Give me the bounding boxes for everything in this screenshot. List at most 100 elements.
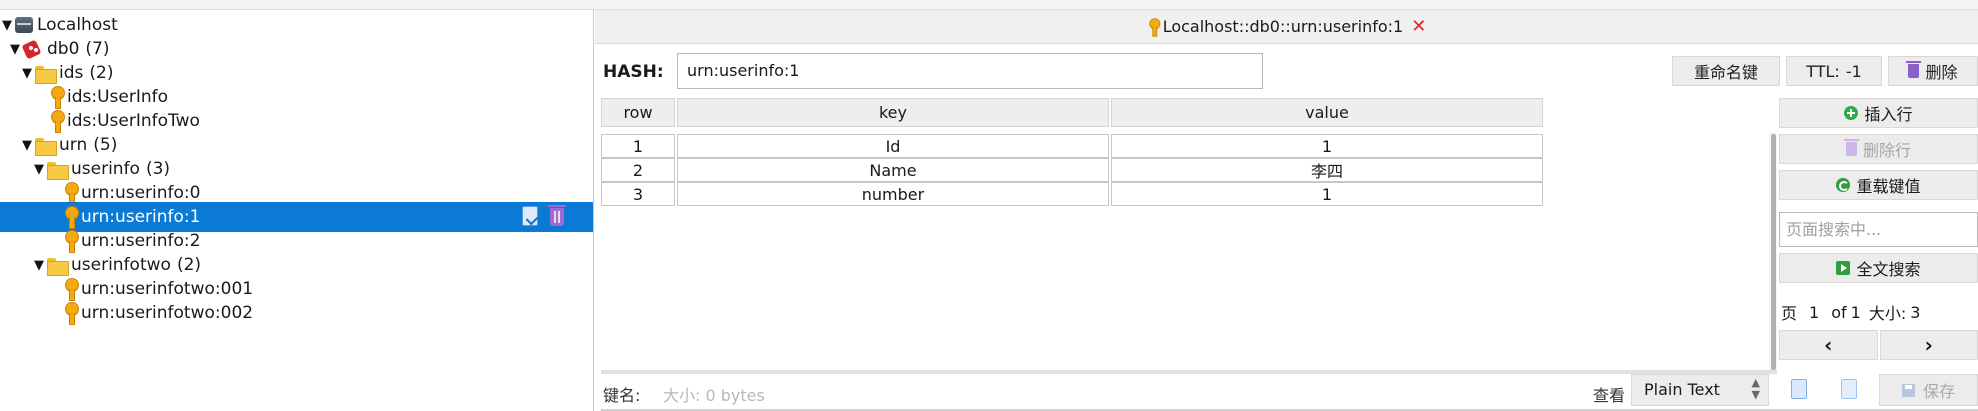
reload-icon: [1836, 178, 1851, 192]
copy-document-icon[interactable]: [1841, 379, 1857, 399]
reload-value-label: 重载键值: [1856, 177, 1921, 196]
tab-title: Localhost::db0::urn:userinfo:1: [1162, 17, 1404, 36]
tree-node-label: ids:UserInfo: [67, 87, 169, 107]
size-value: 3: [1910, 302, 1921, 322]
updown-chevron-icon: ▲ ▼: [1751, 376, 1760, 401]
view-mode-select[interactable]: Plain Text ▲ ▼: [1631, 374, 1769, 406]
folder-icon: [46, 160, 69, 180]
tree-node-count: (2): [176, 255, 202, 275]
folder-icon: [46, 256, 69, 276]
play-icon: [1836, 261, 1851, 275]
cell-value[interactable]: 李四: [1111, 158, 1543, 182]
expand-arrow-icon[interactable]: ▼: [32, 258, 46, 273]
column-header-key[interactable]: key: [677, 98, 1109, 127]
tree-node-label: urn: [59, 135, 88, 155]
rename-key-label: 重命名键: [1693, 63, 1758, 82]
next-page-button[interactable]: ›: [1879, 330, 1978, 360]
page-total: 1: [1850, 302, 1861, 322]
delete-key-button[interactable]: 删除: [1888, 56, 1978, 86]
plus-icon: [1844, 106, 1859, 120]
tree-node-key[interactable]: urn:userinfotwo:002: [0, 298, 593, 328]
key-icon: [1148, 17, 1161, 37]
key-name-label: 键名:: [603, 386, 641, 405]
cell-key[interactable]: Id: [677, 134, 1109, 158]
table-header: row key value: [601, 98, 1777, 127]
expand-arrow-icon[interactable]: ▼: [32, 162, 46, 177]
tree-node-count: (7): [85, 39, 110, 59]
key-header: HASH: urn:userinfo:1 重命名键 TTL: -1 删除: [595, 53, 1978, 91]
value-footer: 键名: 大小: 0 bytes 查看 Plain Text ▲ ▼ 保存: [595, 373, 1978, 411]
tree-node-label: urn:userinfotwo:002: [81, 303, 254, 323]
cell-row[interactable]: 1: [601, 134, 675, 158]
size-label: 大小:: [1868, 304, 1907, 323]
database-icon: [22, 39, 44, 59]
open-in-tab-icon[interactable]: [522, 206, 538, 226]
value-size-text: 大小: 0 bytes: [663, 386, 765, 405]
save-button[interactable]: 保存: [1879, 374, 1978, 406]
fulltext-search-button[interactable]: 全文搜索: [1779, 253, 1978, 283]
save-label: 保存: [1922, 382, 1955, 401]
cell-row[interactable]: 3: [601, 182, 675, 206]
page-current: 1: [1809, 302, 1820, 322]
delete-key-label: 删除: [1925, 63, 1958, 82]
expand-arrow-icon[interactable]: ▼: [0, 18, 14, 33]
trash-icon: [1906, 61, 1922, 78]
reload-value-button[interactable]: 重载键值: [1779, 170, 1978, 200]
tree-node-label: urn:userinfo:0: [81, 183, 201, 203]
key-tree[interactable]: ▼ Localhost ▼ db0 (7) ▼ ids (2) ids:User…: [0, 10, 594, 411]
page-label: 页: [1781, 304, 1798, 323]
page-of: of: [1831, 302, 1847, 322]
rename-key-button[interactable]: 重命名键: [1672, 56, 1780, 86]
ttl-button[interactable]: TTL: -1: [1786, 56, 1882, 86]
hash-table: row key value 1 Id 1 2 Name 李四 3 number …: [601, 98, 1781, 374]
cell-row[interactable]: 2: [601, 158, 675, 182]
server-icon: [14, 16, 34, 34]
value-panel: Localhost::db0::urn:userinfo:1 ✕ HASH: u…: [595, 10, 1978, 411]
insert-row-label: 插入行: [1864, 105, 1913, 124]
folder-icon: [34, 64, 57, 84]
pager: ‹ ›: [1779, 330, 1978, 360]
tree-node-count: (5): [93, 135, 118, 155]
expand-arrow-icon[interactable]: ▼: [20, 138, 34, 153]
folder-icon: [34, 136, 57, 156]
row-tools: [522, 205, 566, 226]
insert-row-button[interactable]: 插入行: [1779, 98, 1978, 128]
page-search-input[interactable]: 页面搜索中...: [1779, 212, 1978, 247]
tree-node-label: urn:userinfotwo:001: [81, 279, 254, 299]
table-scrollbar-thumb[interactable]: [1771, 134, 1776, 370]
cell-key[interactable]: Name: [677, 158, 1109, 182]
expand-arrow-icon[interactable]: ▼: [20, 66, 34, 81]
tab-key[interactable]: Localhost::db0::urn:userinfo:1 ✕: [1147, 15, 1426, 39]
save-icon: [1901, 383, 1915, 397]
view-label: 查看: [1593, 386, 1626, 405]
fulltext-search-label: 全文搜索: [1856, 260, 1921, 279]
cell-key[interactable]: number: [677, 182, 1109, 206]
view-mode-value: Plain Text: [1644, 380, 1720, 399]
key-name-input[interactable]: urn:userinfo:1: [677, 53, 1263, 89]
tree-node-label: urn:userinfo:2: [81, 231, 201, 251]
tab-bar: Localhost::db0::urn:userinfo:1 ✕: [595, 10, 1978, 44]
pagination-info: 页 1 of 1 大小: 3: [1779, 300, 1978, 324]
tree-node-count: (2): [89, 63, 114, 83]
tree-node-label: urn:userinfo:1: [81, 207, 201, 227]
tree-node-label: Localhost: [37, 15, 118, 35]
key-type-label: HASH:: [603, 62, 664, 82]
tree-node-count: (3): [145, 159, 171, 179]
prev-page-button[interactable]: ‹: [1779, 330, 1878, 360]
edit-document-icon[interactable]: [1791, 379, 1807, 399]
top-strip: [0, 0, 1978, 10]
tree-node-label: userinfo: [71, 159, 140, 179]
trash-icon[interactable]: [548, 205, 566, 226]
cell-value[interactable]: 1: [1111, 182, 1543, 206]
expand-arrow-icon[interactable]: ▼: [8, 42, 22, 57]
key-icon: [64, 301, 79, 325]
cell-value[interactable]: 1: [1111, 134, 1543, 158]
close-icon[interactable]: ✕: [1411, 16, 1426, 37]
column-header-row[interactable]: row: [601, 98, 675, 127]
ttl-label: TTL:: [1806, 61, 1840, 81]
tree-node-label: db0: [47, 39, 80, 59]
delete-row-label: 删除行: [1862, 141, 1911, 160]
tree-node-label: ids:UserInfoTwo: [67, 111, 200, 131]
delete-row-button[interactable]: 删除行: [1779, 134, 1978, 164]
column-header-value[interactable]: value: [1111, 98, 1543, 127]
